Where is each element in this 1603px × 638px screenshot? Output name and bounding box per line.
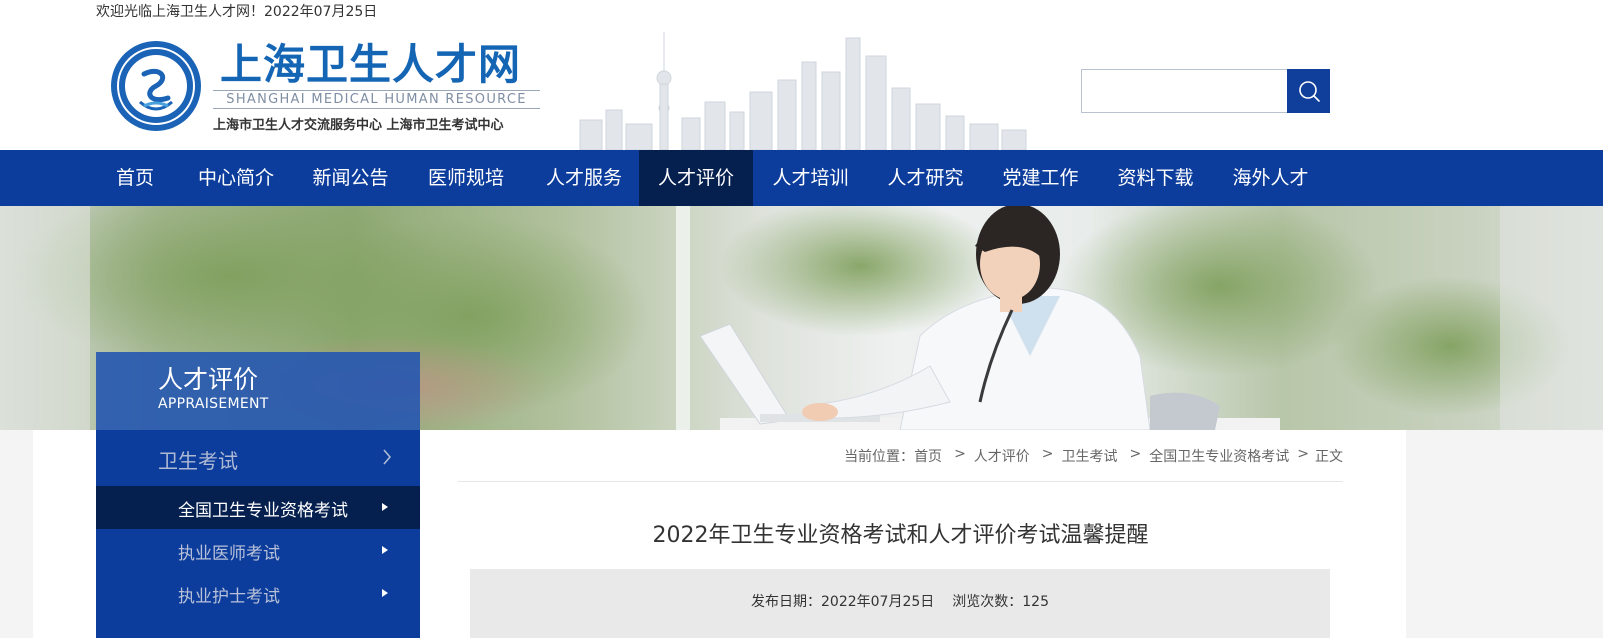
nav-item-about[interactable]: 中心简介 <box>174 150 298 206</box>
site-logo[interactable]: 上海卫生人才网 SHANGHAI MEDICAL HUMAN RESOURCE … <box>110 40 550 135</box>
nav-item-research[interactable]: 人才研究 <box>868 150 983 206</box>
breadcrumb-prefix: 当前位置： <box>844 449 915 465</box>
triangle-right-icon <box>382 503 388 511</box>
logo-organization: 上海市卫生人才交流服务中心 上海市卫生考试中心 <box>213 118 504 133</box>
nav-item-party[interactable]: 党建工作 <box>983 150 1098 206</box>
sidebar-item-label: 全国卫生专业资格考试 <box>178 501 348 521</box>
sidebar-item-label: 执业医师考试 <box>178 544 280 564</box>
logo-title: 上海卫生人才网 <box>220 40 522 89</box>
breadcrumb-item-appraisal[interactable]: 人才评价 <box>974 446 1030 466</box>
sidebar-item-label: 执业护士考试 <box>178 587 280 607</box>
sidebar-title-en: APPRAISEMENT <box>158 396 269 412</box>
sidebar-item-physician-exam[interactable]: 执业医师考试 <box>96 529 420 572</box>
sidebar-title: 人才评价 <box>158 365 259 394</box>
breadcrumb-divider <box>458 481 1343 482</box>
welcome-text: 欢迎光临上海卫生人才网！2022年07月25日 <box>96 4 378 20</box>
article-title: 2022年卫生专业资格考试和人才评价考试温馨提醒 <box>652 523 1149 548</box>
search-icon <box>1298 81 1320 102</box>
breadcrumb-item-home[interactable]: 首页 <box>914 446 942 466</box>
breadcrumb: 当前位置： 首页 > 人才评价 > 卫生考试 > 全国卫生专业资格考试 > 正文 <box>844 446 1343 466</box>
skyline-illustration <box>579 32 1027 150</box>
search-input[interactable] <box>1081 69 1287 113</box>
nav-item-training[interactable]: 人才培训 <box>753 150 868 206</box>
nav-item-home[interactable]: 首页 <box>96 150 174 206</box>
search-box <box>1081 69 1330 113</box>
logo-subtitle-en: SHANGHAI MEDICAL HUMAN RESOURCE <box>213 90 540 109</box>
breadcrumb-item-health-exam[interactable]: 卫生考试 <box>1062 446 1118 466</box>
sidebar-category-health-exam[interactable]: 卫生考试 <box>96 430 420 486</box>
sidebar-menu: 卫生考试 全国卫生专业资格考试 执业医师考试 执业护士考试 <box>96 430 420 638</box>
chevron-right-icon <box>383 449 392 465</box>
nav-item-services[interactable]: 人才服务 <box>529 150 639 206</box>
nav-item-overseas[interactable]: 海外人才 <box>1213 150 1328 206</box>
breadcrumb-separator: > <box>954 446 966 462</box>
sidebar-header: 人才评价 APPRAISEMENT <box>96 352 420 430</box>
breadcrumb-item-current: 正文 <box>1315 449 1343 465</box>
main-nav: 首页 中心简介 新闻公告 医师规培 人才服务 人才评价 人才培训 人才研究 党建… <box>0 150 1603 206</box>
breadcrumb-separator: > <box>1129 446 1142 462</box>
breadcrumb-separator: > <box>1297 446 1309 462</box>
site-header: 上海卫生人才网 SHANGHAI MEDICAL HUMAN RESOURCE … <box>0 22 1603 150</box>
article-meta: 发布日期：2022年07月25日 浏览次数：125 <box>470 569 1330 638</box>
publish-date: 发布日期：2022年07月25日 <box>751 594 935 610</box>
nav-item-residency[interactable]: 医师规培 <box>403 150 529 206</box>
search-button[interactable] <box>1287 69 1330 113</box>
nav-item-downloads[interactable]: 资料下载 <box>1098 150 1213 206</box>
nav-item-appraisal[interactable]: 人才评价 <box>639 150 753 206</box>
triangle-right-icon <box>382 589 388 597</box>
logo-emblem-icon <box>111 41 201 131</box>
breadcrumb-item-national-exam[interactable]: 全国卫生专业资格考试 <box>1149 446 1289 466</box>
sidebar-category-label: 卫生考试 <box>158 449 238 473</box>
sidebar-item-national-qualification-exam[interactable]: 全国卫生专业资格考试 <box>96 486 420 529</box>
nav-item-news[interactable]: 新闻公告 <box>298 150 403 206</box>
triangle-right-icon <box>382 546 388 554</box>
view-count: 浏览次数：125 <box>952 594 1049 610</box>
sidebar-item-nurse-exam[interactable]: 执业护士考试 <box>96 572 420 615</box>
breadcrumb-separator: > <box>1041 446 1054 462</box>
